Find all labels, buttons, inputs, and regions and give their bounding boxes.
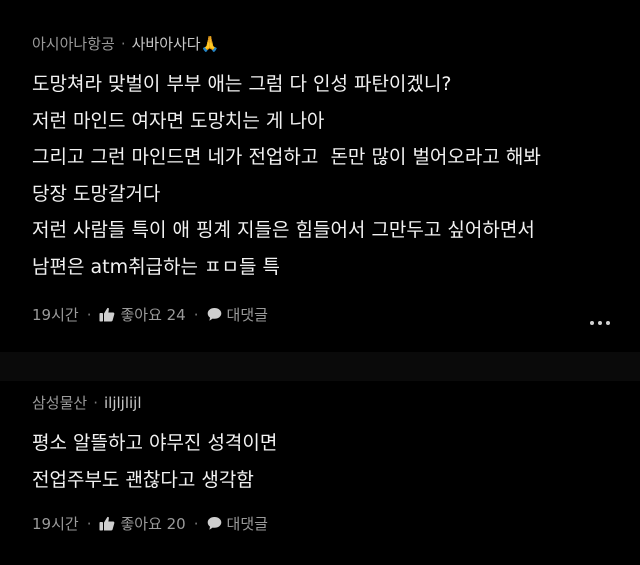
more-dots-icon xyxy=(590,321,594,325)
speech-bubble-icon xyxy=(207,308,221,321)
comment-line: 당장 도망갈거다 xyxy=(32,182,161,205)
separator-dot: · xyxy=(193,305,199,324)
separator-dot: · xyxy=(120,34,126,53)
comment-actions: 19시간 · 좋아요 20 · 대댓글 xyxy=(32,513,268,534)
author-username[interactable]: 사바아사다🙏 xyxy=(132,33,220,54)
more-options-button[interactable] xyxy=(590,317,610,329)
like-button[interactable]: 좋아요 24 xyxy=(99,304,186,325)
thumbs-up-icon xyxy=(99,516,115,531)
comment-line: 전업주부도 괜찮다고 생각함 xyxy=(32,468,254,491)
like-button[interactable]: 좋아요 20 xyxy=(99,513,186,534)
like-count-label: 좋아요 20 xyxy=(120,515,186,533)
reply-label: 대댓글 xyxy=(226,306,268,324)
comment-item: 삼성물산 · iljljlijl 평소 알뜰하고 야무진 성격이면전업주부도 괜… xyxy=(0,381,640,565)
comment-time: 19시간 xyxy=(32,515,79,533)
comment-meta: 아시아나항공 · 사바아사다🙏 xyxy=(32,33,219,54)
separator-dot: · xyxy=(86,514,92,533)
comment-line: 평소 알뜰하고 야무진 성격이면 xyxy=(32,432,278,454)
comment-divider xyxy=(0,352,640,381)
comment-body: 도망쳐라 맞벌이 부부 애는 그럼 다 인성 파탄이겠니? 저런 마인드 여자면 … xyxy=(32,66,541,285)
reply-button[interactable]: 대댓글 xyxy=(207,304,268,325)
separator-dot: · xyxy=(193,514,199,533)
comment-item: 아시아나항공 · 사바아사다🙏 도망쳐라 맞벌이 부부 애는 그럼 다 인성 파… xyxy=(0,0,640,352)
reply-label: 대댓글 xyxy=(226,515,268,533)
comment-line: 남편은 atm취급하는 ㅍㅁ들 특 xyxy=(32,255,281,278)
comment-meta: 삼성물산 · iljljlijl xyxy=(32,392,142,413)
reply-button[interactable]: 대댓글 xyxy=(207,513,268,534)
comment-actions: 19시간 · 좋아요 24 · 대댓글 xyxy=(32,304,268,325)
comment-time: 19시간 xyxy=(32,306,79,324)
speech-bubble-icon xyxy=(207,517,221,530)
like-count-label: 좋아요 24 xyxy=(120,306,186,324)
comment-line: 도망쳐라 맞벌이 부부 애는 그럼 다 인성 파탄이겠니? xyxy=(32,73,452,95)
author-company[interactable]: 삼성물산 xyxy=(32,392,87,413)
comment-line: 저런 마인드 여자면 도망치는 게 나아 xyxy=(32,109,325,132)
separator-dot: · xyxy=(93,393,98,412)
author-username[interactable]: iljljlijl xyxy=(104,394,142,412)
comment-body: 평소 알뜰하고 야무진 성격이면전업주부도 괜찮다고 생각함 xyxy=(32,425,277,498)
author-company[interactable]: 아시아나항공 xyxy=(32,33,115,54)
thumbs-up-icon xyxy=(99,307,115,322)
separator-dot: · xyxy=(86,305,92,324)
comment-line: 저런 사람들 특이 애 핑계 지들은 힘들어서 그만두고 싶어하면서 xyxy=(32,219,535,241)
comment-line: 그리고 그런 마인드면 네가 전업하고 돈만 많이 벌어오라고 해봐 xyxy=(32,146,541,168)
